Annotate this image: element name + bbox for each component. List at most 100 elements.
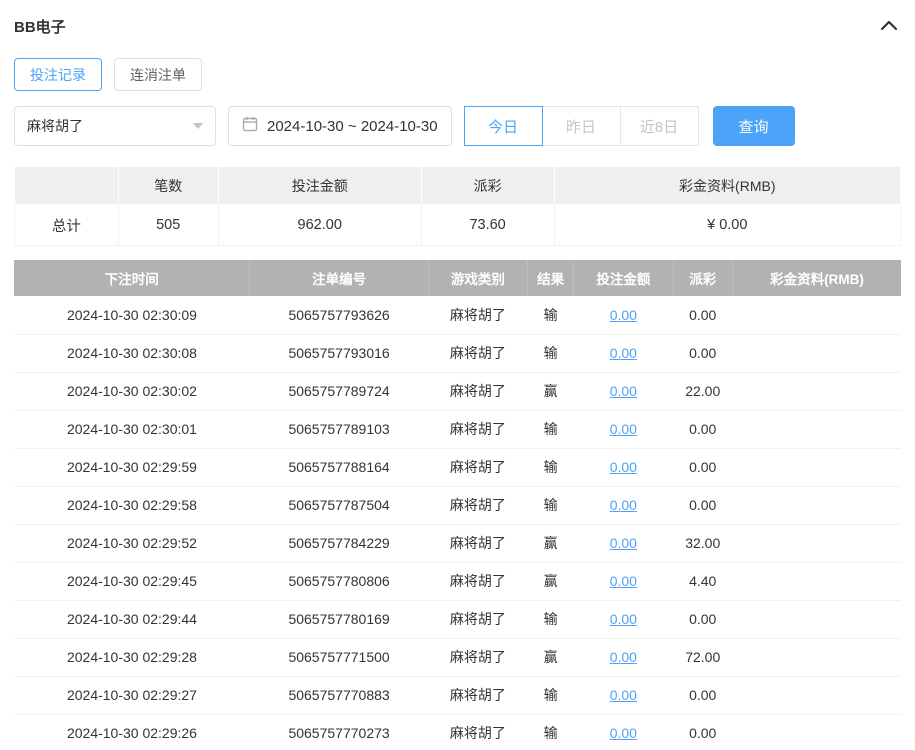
chevron-up-icon <box>880 19 898 34</box>
summary-total-count: 505 <box>117 204 219 246</box>
cell-bonus <box>732 334 901 373</box>
cell-payout: 0.00 <box>673 296 733 335</box>
cell-order-no: 5065757793016 <box>249 334 429 373</box>
quick-date-buttons: 今日 昨日 近8日 <box>463 106 699 146</box>
tab-bet-records[interactable]: 投注记录 <box>14 58 102 91</box>
cell-bonus <box>732 676 901 715</box>
page-title: BB电子 <box>14 18 66 36</box>
bet-amount-link[interactable]: 0.00 <box>610 497 637 513</box>
cell-payout: 0.00 <box>673 714 733 750</box>
header-bet-amount: 投注金额 <box>573 260 674 296</box>
game-select[interactable]: 麻将胡了 <box>14 106 216 146</box>
cell-bet-time: 2024-10-30 02:29:26 <box>14 714 250 750</box>
table-header-row: 下注时间 注单编号 游戏类别 结果 投注金额 派彩 彩金资料(RMB) <box>14 260 901 296</box>
date-range-value: 2024-10-30 ~ 2024-10-30 <box>267 117 438 135</box>
cell-payout: 0.00 <box>673 600 733 639</box>
quick-btn-yesterday[interactable]: 昨日 <box>541 106 621 146</box>
cell-order-no: 5065757784229 <box>249 524 429 563</box>
cell-payout: 0.00 <box>673 676 733 715</box>
summary-header-row: 笔数 投注金额 派彩 彩金资料(RMB) <box>14 166 902 205</box>
header-bonus: 彩金资料(RMB) <box>732 260 901 296</box>
cell-game-type: 麻将胡了 <box>428 562 528 601</box>
bet-amount-link[interactable]: 0.00 <box>610 649 637 665</box>
quick-btn-last8days[interactable]: 近8日 <box>619 106 699 146</box>
tab-linked-orders[interactable]: 连消注单 <box>114 58 202 91</box>
cell-order-no: 5065757787504 <box>249 486 429 525</box>
collapse-panel-button[interactable] <box>877 14 901 38</box>
cell-bonus <box>732 410 901 449</box>
bet-amount-link[interactable]: 0.00 <box>610 573 637 589</box>
table-row: 2024-10-30 02:29:59 5065757788164 麻将胡了 输… <box>14 448 901 487</box>
bet-amount-link[interactable]: 0.00 <box>610 687 637 703</box>
bet-amount-link[interactable]: 0.00 <box>610 383 637 399</box>
cell-result: 输 <box>527 334 574 373</box>
cell-bet-time: 2024-10-30 02:30:09 <box>14 296 250 335</box>
cell-payout: 0.00 <box>673 410 733 449</box>
summary-total-bet: 962.00 <box>217 204 422 246</box>
table-row: 2024-10-30 02:29:27 5065757770883 麻将胡了 输… <box>14 676 901 715</box>
summary-header-bet: 投注金额 <box>217 166 422 205</box>
bet-amount-link[interactable]: 0.00 <box>610 421 637 437</box>
cell-result: 输 <box>527 410 574 449</box>
header-game-type: 游戏类别 <box>428 260 529 296</box>
search-button[interactable]: 查询 <box>712 106 795 146</box>
cell-bonus <box>732 296 901 335</box>
date-range-picker[interactable]: 2024-10-30 ~ 2024-10-30 <box>228 106 452 146</box>
cell-payout: 32.00 <box>673 524 733 563</box>
cell-result: 赢 <box>527 372 574 411</box>
cell-game-type: 麻将胡了 <box>428 638 528 677</box>
cell-bet-time: 2024-10-30 02:30:02 <box>14 372 250 411</box>
summary-total-bonus: ¥ 0.00 <box>553 204 902 246</box>
cell-result: 输 <box>527 600 574 639</box>
bet-amount-link[interactable]: 0.00 <box>610 459 637 475</box>
cell-result: 输 <box>527 676 574 715</box>
bet-amount-link[interactable]: 0.00 <box>610 611 637 627</box>
cell-game-type: 麻将胡了 <box>428 600 528 639</box>
cell-bet-time: 2024-10-30 02:29:28 <box>14 638 250 677</box>
quick-btn-today[interactable]: 今日 <box>463 106 543 146</box>
bet-records-table: 下注时间 注单编号 游戏类别 结果 投注金额 派彩 彩金资料(RMB) 2024… <box>14 260 901 750</box>
bet-amount-link[interactable]: 0.00 <box>610 307 637 323</box>
cell-result: 赢 <box>527 524 574 563</box>
cell-bonus <box>732 638 901 677</box>
bet-amount-link[interactable]: 0.00 <box>610 345 637 361</box>
cell-bet-time: 2024-10-30 02:30:01 <box>14 410 250 449</box>
cell-bonus <box>732 524 901 563</box>
cell-result: 赢 <box>527 562 574 601</box>
cell-order-no: 5065757788164 <box>249 448 429 487</box>
chevron-down-icon <box>193 123 203 129</box>
cell-bonus <box>732 562 901 601</box>
summary-total-label: 总计 <box>14 204 119 246</box>
table-row: 2024-10-30 02:29:44 5065757780169 麻将胡了 输… <box>14 600 901 639</box>
header-result: 结果 <box>527 260 575 296</box>
summary-header-empty <box>14 166 119 205</box>
cell-bet-time: 2024-10-30 02:29:27 <box>14 676 250 715</box>
cell-bet-time: 2024-10-30 02:29:59 <box>14 448 250 487</box>
summary-header-bonus: 彩金资料(RMB) <box>553 166 902 205</box>
table-row: 2024-10-30 02:30:01 5065757789103 麻将胡了 输… <box>14 410 901 449</box>
bet-amount-link[interactable]: 0.00 <box>610 725 637 741</box>
game-select-value: 麻将胡了 <box>27 118 83 134</box>
bet-amount-link[interactable]: 0.00 <box>610 535 637 551</box>
header-order-no: 注单编号 <box>249 260 429 296</box>
cell-order-no: 5065757771500 <box>249 638 429 677</box>
cell-game-type: 麻将胡了 <box>428 714 528 750</box>
cell-order-no: 5065757793626 <box>249 296 429 335</box>
cell-game-type: 麻将胡了 <box>428 296 528 335</box>
cell-result: 输 <box>527 296 574 335</box>
table-row: 2024-10-30 02:30:09 5065757793626 麻将胡了 输… <box>14 296 901 335</box>
summary-total-row: 总计 505 962.00 73.60 ¥ 0.00 <box>14 204 902 246</box>
table-row: 2024-10-30 02:29:28 5065757771500 麻将胡了 赢… <box>14 638 901 677</box>
cell-game-type: 麻将胡了 <box>428 448 528 487</box>
summary-table: 笔数 投注金额 派彩 彩金资料(RMB) 总计 505 962.00 73.60… <box>14 166 902 246</box>
cell-order-no: 5065757780806 <box>249 562 429 601</box>
cell-result: 输 <box>527 486 574 525</box>
table-row: 2024-10-30 02:30:02 5065757789724 麻将胡了 赢… <box>14 372 901 411</box>
cell-bet-time: 2024-10-30 02:29:58 <box>14 486 250 525</box>
table-row: 2024-10-30 02:29:58 5065757787504 麻将胡了 输… <box>14 486 901 525</box>
cell-result: 赢 <box>527 638 574 677</box>
cell-payout: 0.00 <box>673 448 733 487</box>
cell-order-no: 5065757780169 <box>249 600 429 639</box>
cell-order-no: 5065757770273 <box>249 714 429 750</box>
summary-total-payout: 73.60 <box>420 204 555 246</box>
